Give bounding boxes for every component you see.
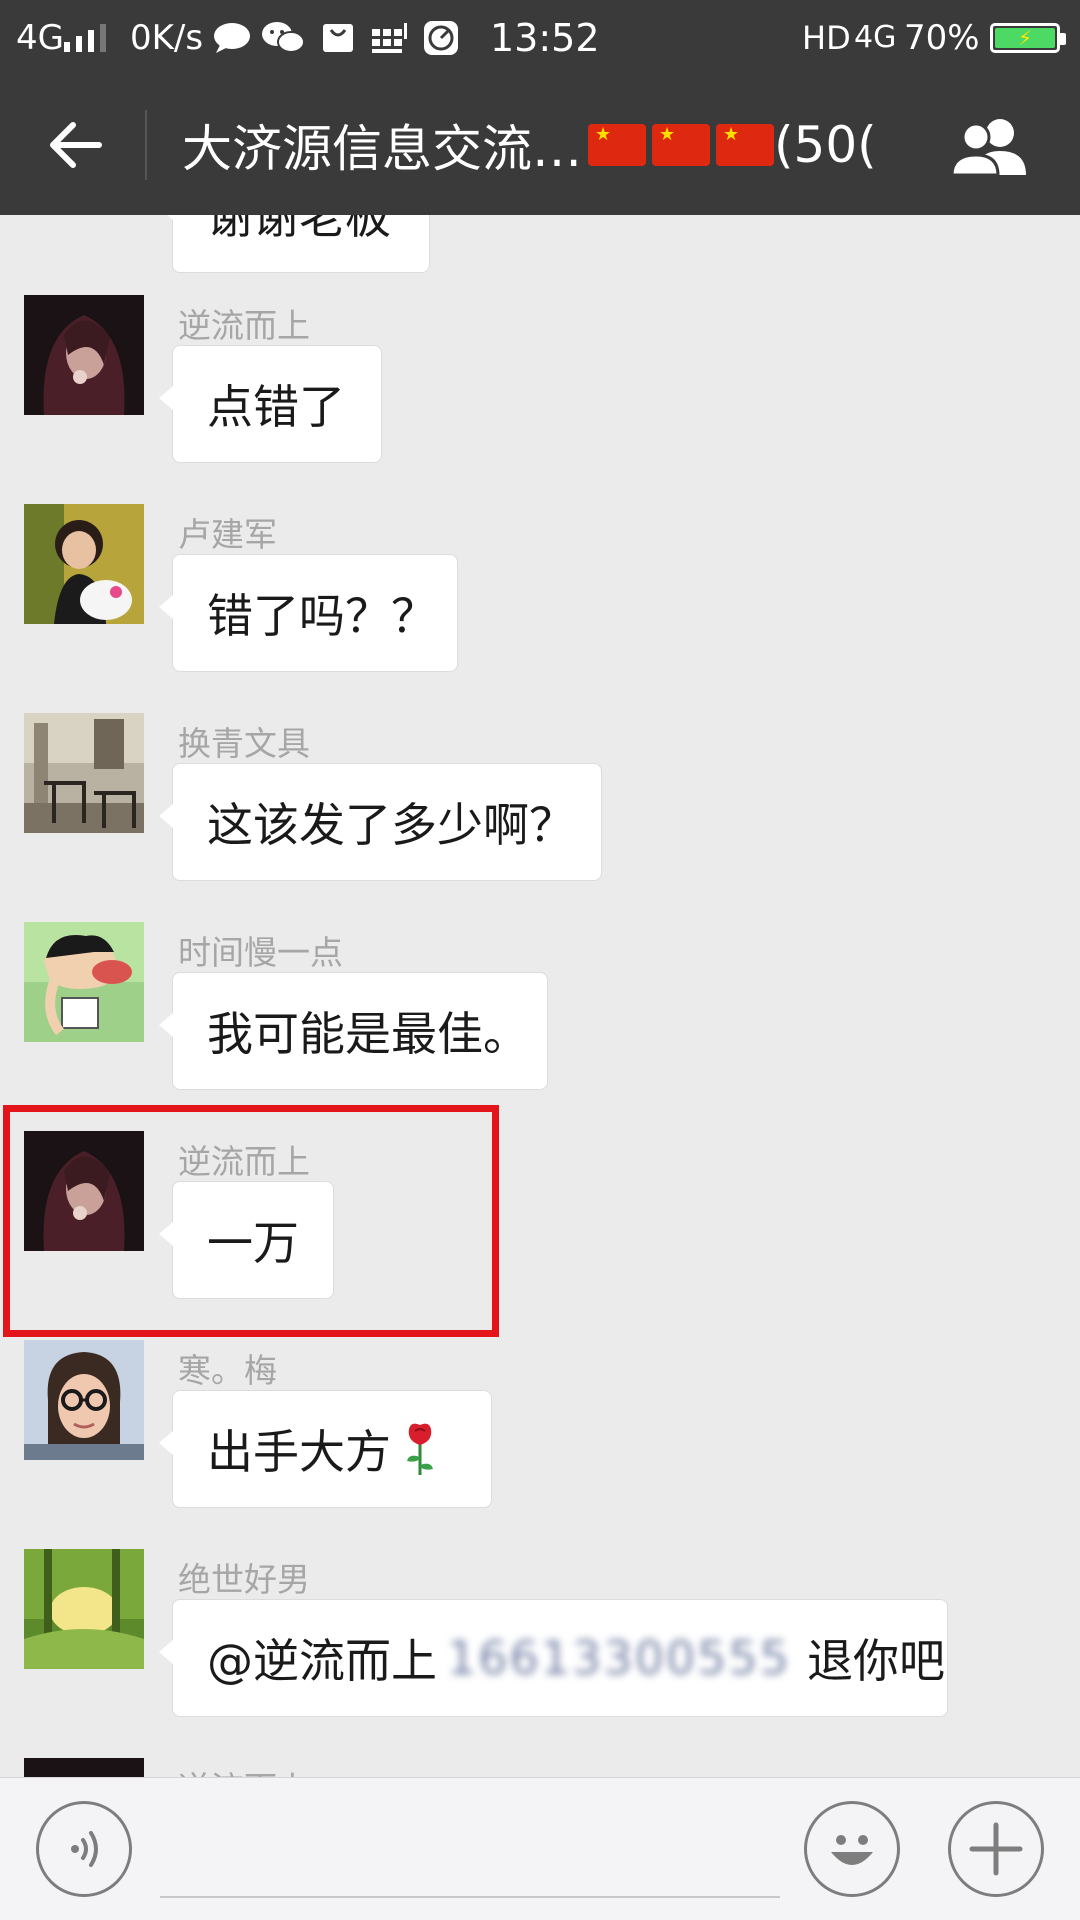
battery-shell: ⚡ [990, 22, 1066, 53]
signal-bars-icon [62, 0, 118, 75]
message-bubble[interactable]: 谢谢老板 [159, 215, 430, 273]
network-type: 4G [16, 17, 64, 58]
hd-indicator: HD [802, 18, 851, 57]
message-text: 这该发了多少啊？ [207, 798, 575, 852]
message-bubble[interactable]: @逆流而上 16613300555 退你吧 [159, 1599, 948, 1717]
avatar[interactable] [24, 922, 144, 1042]
emoji-button[interactable] [804, 1801, 900, 1897]
gauge-icon [422, 0, 460, 75]
member-count: (50( [774, 116, 877, 174]
avatar[interactable] [24, 1549, 144, 1669]
battery-cap [1060, 32, 1066, 45]
clock: 13:52 [490, 15, 600, 60]
title-divider [145, 110, 147, 180]
message-text: 出手大方 [207, 1425, 391, 1479]
message-bubble[interactable]: 这该发了多少啊？ [159, 763, 602, 881]
message-bubble[interactable]: 错了吗？？ [159, 554, 458, 672]
china-flag-icon [652, 124, 710, 166]
sender-name: 绝世好男 [178, 1560, 310, 1599]
battery-icon: ⚡ [990, 0, 1066, 75]
avatar[interactable] [24, 504, 144, 624]
plus-icon [969, 1822, 1023, 1876]
message-bubble[interactable]: 点错了 [159, 345, 382, 463]
grid-icon [370, 0, 408, 75]
message-input[interactable] [160, 1798, 780, 1898]
message-text: 点错了 [207, 380, 345, 434]
message-text: 错了吗？？ [207, 589, 437, 643]
sender-name: 寒。梅 [178, 1351, 277, 1390]
network-type-secondary: 4G [854, 19, 897, 55]
sender-name: 逆流而上 [178, 306, 310, 345]
sender-name: 逆流而上 [178, 1762, 310, 1777]
input-bar [0, 1777, 1080, 1920]
title-bar: 大济源信息交流… (50( [0, 75, 1080, 215]
charging-bolt-icon: ⚡ [995, 27, 1055, 48]
china-flag-icon [588, 124, 646, 166]
sender-name: 卢建军 [178, 515, 277, 554]
more-button[interactable] [948, 1801, 1044, 1897]
blurred-phone-number: 16613300555 [447, 1631, 791, 1685]
arrow-left-icon [50, 122, 102, 168]
avatar[interactable] [24, 713, 144, 833]
chat-area[interactable]: 谢谢老板 逆流而上 点错了 卢建军 错了吗？？ 换青文具 这该发了多少啊？ 时间… [0, 215, 1080, 1777]
avatar[interactable] [24, 1758, 144, 1777]
chat-title-text: 大济源信息交流… [182, 120, 582, 178]
wechat-icon [260, 0, 306, 75]
mention-text: @逆流而上 [207, 1634, 437, 1688]
message-text: 退你吧 [806, 1634, 945, 1688]
sender-name: 换青文具 [178, 724, 310, 763]
message-bubble[interactable]: 出手大方 [159, 1390, 492, 1508]
chat-title[interactable]: 大济源信息交流… (50( [182, 75, 912, 215]
message-text: 我可能是最佳。 [207, 1007, 529, 1061]
voice-icon [71, 1831, 98, 1867]
network-speed: 0K/s [130, 17, 204, 58]
battery-percent: 70% [904, 17, 980, 58]
highlight-annotation [3, 1105, 499, 1337]
group-members-icon [950, 119, 1026, 177]
sender-name: 时间慢一点 [178, 933, 343, 972]
message-bubble[interactable]: 我可能是最佳。 [159, 972, 548, 1090]
status-bar: 4G 0K/s 13:52 HD 4G 70% ⚡ [0, 0, 1080, 75]
voice-button[interactable] [36, 1801, 132, 1897]
smiley-icon [831, 1835, 873, 1865]
avatar[interactable] [24, 1340, 144, 1460]
rose-icon [403, 1421, 437, 1477]
message-text: 谢谢老板 [207, 215, 391, 244]
chat-bubble-icon [212, 0, 252, 75]
group-members-button[interactable] [940, 105, 1040, 185]
back-button[interactable] [30, 105, 120, 185]
china-flag-icon [716, 124, 774, 166]
avatar[interactable] [24, 295, 144, 415]
bag-icon [320, 0, 356, 75]
